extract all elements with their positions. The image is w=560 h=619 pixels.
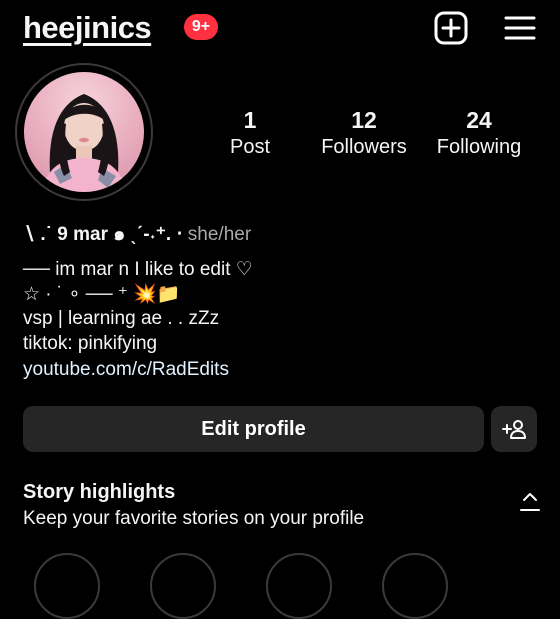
new-post-button[interactable] [434,11,468,45]
avatar-image [42,94,126,192]
menu-button[interactable] [503,11,537,45]
chevron-up-icon [520,493,540,511]
stat-following[interactable]: 24 Following [424,106,534,160]
stat-number: 12 [351,107,377,133]
stat-label: Following [436,136,522,158]
bio-name-line: ∖ .˙ 9 mar ๑ ˎˊ-˖⁺. ‧ she/her [23,223,251,247]
discover-people-button[interactable] [491,406,537,452]
highlight-circle[interactable] [150,553,216,619]
bio-link[interactable]: youtube.com/c/RadEdits [23,358,229,382]
highlight-circle[interactable] [382,553,448,619]
plus-square-icon [434,11,468,45]
bio-line-1: ── im mar n I like to edit ♡ [23,259,253,280]
bio-line-3: vsp | learning ae . . zZz [23,308,220,329]
stat-label: Post [229,136,271,158]
stat-label: Followers [321,136,407,158]
profile-username[interactable]: heejinics [23,10,152,46]
stat-number: 24 [466,107,492,133]
bio-line-4: tiktok: pinkifying [23,333,158,354]
highlight-circle[interactable] [34,553,100,619]
bio-line-2: ☆ · ˙ ∘ ── ⁺ 💥📁 [23,284,181,305]
pronouns: she/her [187,224,252,245]
edit-profile-button[interactable]: Edit profile [23,406,484,452]
notification-badge[interactable]: 9+ [184,14,218,40]
highlight-circle[interactable] [266,553,332,619]
stat-posts[interactable]: 1 Post [210,106,290,160]
highlights-toggle[interactable] [518,488,542,516]
display-name: ∖ .˙ 9 mar ๑ ˎˊ-˖⁺. ‧ [23,224,183,245]
hamburger-menu-icon [504,16,536,40]
story-highlights-subtitle: Keep your favorite stories on your profi… [23,508,365,529]
add-person-icon [502,420,526,439]
profile-avatar[interactable] [24,72,144,192]
stat-followers[interactable]: 12 Followers [309,106,419,160]
stat-number: 1 [243,107,257,133]
story-highlights-title: Story highlights [23,481,176,503]
